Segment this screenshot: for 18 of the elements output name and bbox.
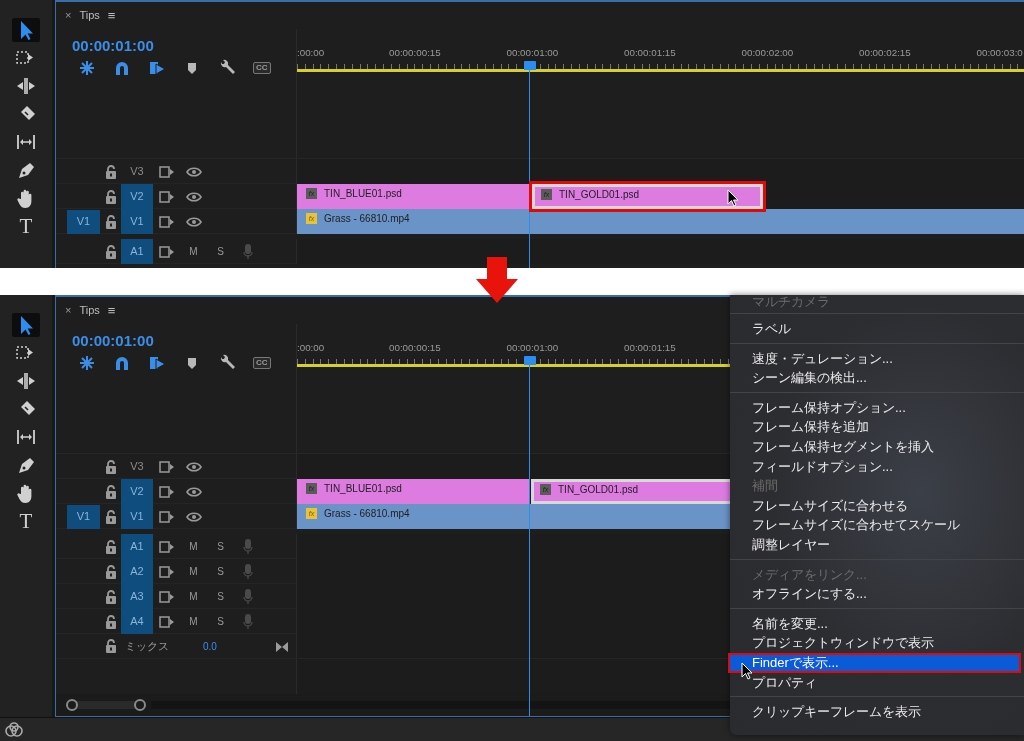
clip-name: TIN_BLUE01.psd bbox=[324, 482, 402, 496]
ruler-label: 00:00:00:15 bbox=[389, 342, 441, 353]
ruler-label: 00:00:01:15 bbox=[624, 47, 676, 58]
ruler-label: :00:00 bbox=[297, 47, 325, 58]
ruler-label: :00:00 bbox=[297, 342, 325, 353]
ruler-label: 00:00:03:0 bbox=[976, 47, 1023, 58]
ruler-label: 00:00:02:15 bbox=[859, 47, 911, 58]
ruler-label: 00:00:01:00 bbox=[506, 342, 559, 353]
ruler-label: 00:00:01:00 bbox=[506, 47, 559, 58]
ruler-label: 00:00:00:15 bbox=[389, 47, 441, 58]
clip-name: TIN_BLUE01.psd bbox=[324, 187, 402, 201]
ruler-label: 00:00:01:15 bbox=[624, 342, 676, 353]
clip-name: Grass - 66810.mp4 bbox=[324, 212, 410, 226]
track-label: ミックス bbox=[125, 638, 170, 654]
clip-name: TIN_GOLD01.psd bbox=[558, 483, 639, 497]
clip-name: TIN_GOLD01.psd bbox=[559, 188, 640, 202]
ruler-label: 00:00:02:00 bbox=[741, 47, 794, 58]
clip-name: Grass - 66810.mp4 bbox=[324, 507, 410, 521]
